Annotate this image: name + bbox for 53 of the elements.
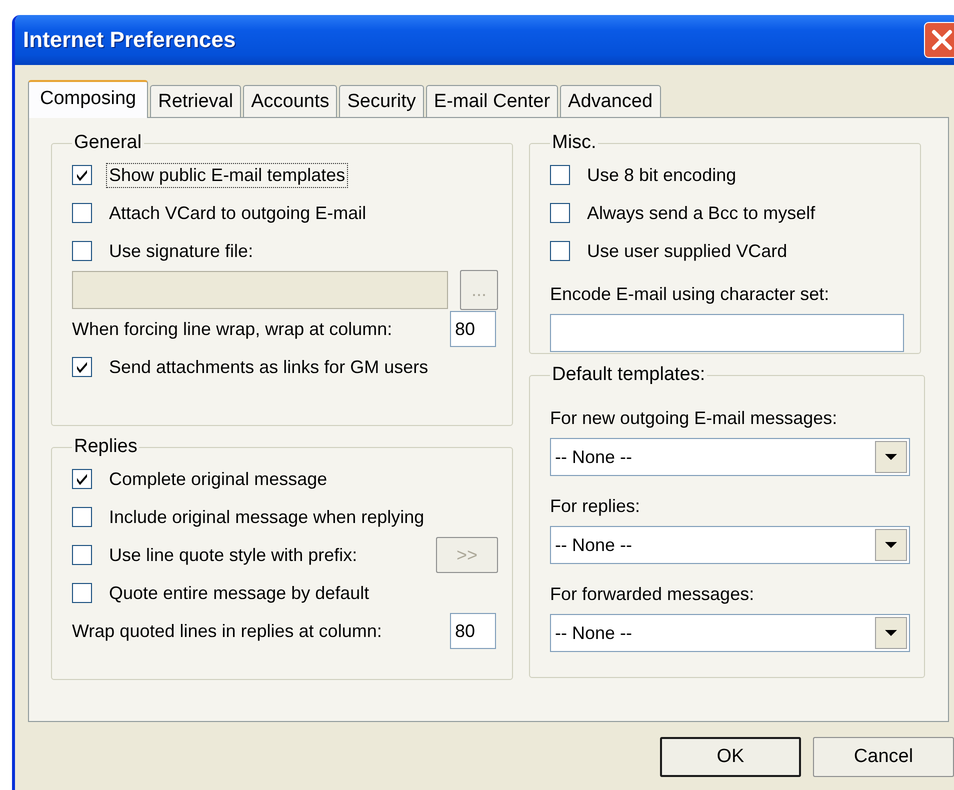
tab[interactable]: Composing: [28, 80, 148, 118]
dropdown-arrow-icon: [884, 629, 898, 637]
checkbox[interactable]: [72, 241, 92, 261]
group-title: Replies: [73, 436, 138, 458]
check-mark-icon: [76, 473, 88, 485]
tab[interactable]: Security: [339, 85, 424, 117]
checkbox[interactable]: [550, 203, 570, 223]
tab[interactable]: Accounts: [243, 85, 338, 117]
field-label: For new outgoing E-mail messages:: [550, 408, 838, 428]
field-label: For forwarded messages:: [550, 584, 754, 604]
check-mark-icon: [76, 169, 88, 181]
checkbox-label: Use 8 bit encoding: [586, 164, 738, 187]
checkbox-label: Show public E-mail templates: [106, 162, 348, 188]
checkbox-label: Include original message when replying: [108, 506, 426, 529]
template-dropdown[interactable]: -- None --: [550, 526, 910, 564]
group-title: Misc.: [551, 132, 598, 154]
checkbox[interactable]: [72, 469, 92, 489]
field-label: For replies:: [550, 496, 640, 516]
checkbox[interactable]: [72, 507, 92, 527]
field-label: Encode E-mail using character set:: [550, 284, 830, 304]
checkbox-label: Attach VCard to outgoing E-mail: [108, 202, 368, 225]
field-label: Wrap quoted lines in replies at column:: [72, 620, 382, 642]
checkbox-label: Use signature file:: [108, 240, 254, 263]
checkbox-label: Use line quote style with prefix:: [108, 544, 358, 567]
tab[interactable]: Retrieval: [150, 85, 242, 117]
checkbox-label: Send attachments as links for GM users: [108, 356, 430, 378]
tab[interactable]: E-mail Center: [426, 85, 558, 117]
dropdown-arrow-icon: [884, 541, 898, 549]
dropdown-arrow-icon: [884, 453, 898, 461]
ok-button[interactable]: OK: [660, 737, 801, 777]
template-dropdown[interactable]: -- None --: [550, 614, 910, 652]
checkbox[interactable]: [550, 241, 570, 261]
checkbox[interactable]: [72, 165, 92, 185]
charset-field[interactable]: [550, 314, 904, 352]
checkbox[interactable]: [72, 203, 92, 223]
checkbox[interactable]: [72, 583, 92, 603]
check-mark-icon: [76, 361, 88, 373]
group-title: Default templates:: [551, 364, 706, 386]
checkbox-label: Always send a Bcc to myself: [586, 202, 816, 225]
tab[interactable]: Advanced: [560, 85, 661, 117]
close-icon[interactable]: [924, 22, 954, 58]
column-field[interactable]: 80: [450, 311, 496, 347]
cancel-button[interactable]: Cancel: [813, 737, 954, 777]
group-title: General: [73, 132, 143, 154]
template-dropdown[interactable]: -- None --: [550, 438, 910, 476]
checkbox-label: Complete original message: [108, 468, 328, 491]
checkbox-label: Use user supplied VCard: [586, 240, 788, 263]
checkbox-label: Quote entire message by default: [108, 582, 370, 605]
checkbox[interactable]: [72, 357, 92, 377]
window-title: Internet Preferences: [23, 27, 236, 53]
field-label: When forcing line wrap, wrap at column:: [72, 318, 392, 340]
checkbox[interactable]: [550, 165, 570, 185]
column-field[interactable]: 80: [450, 613, 496, 649]
